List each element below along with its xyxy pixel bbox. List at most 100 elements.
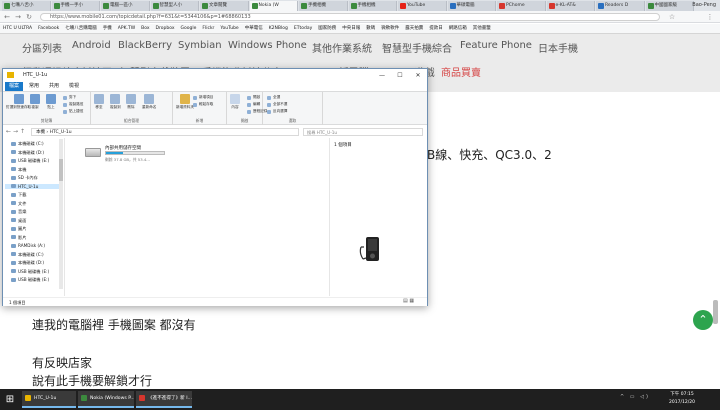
- browser-tab[interactable]: PChome: [497, 1, 546, 11]
- bookmark-item[interactable]: 中華電信: [245, 26, 263, 31]
- nav-pane-item[interactable]: 本機磁碟 (D:): [11, 260, 44, 266]
- bookmark-item[interactable]: Dropbox: [156, 26, 175, 31]
- nav-pane-item[interactable]: HTC_U-1u: [5, 183, 61, 189]
- ribbon-small-button[interactable]: 全部不選: [267, 102, 287, 107]
- nav-pane-item[interactable]: RAMDisk (A:): [11, 243, 45, 248]
- explorer-path[interactable]: 本機 › HTC_U-1u: [31, 128, 299, 136]
- bookmark-item[interactable]: APK.TW: [118, 26, 135, 31]
- nav-pane-item[interactable]: 本機磁碟 (D:): [11, 150, 44, 156]
- nav-category[interactable]: Feature Phone: [460, 40, 532, 51]
- bookmark-item[interactable]: YouTube: [220, 26, 238, 31]
- browser-tab[interactable]: 文章閱覽: [200, 1, 249, 11]
- nav-category[interactable]: Android: [72, 40, 111, 51]
- ribbon-small-button[interactable]: 新增項目: [193, 95, 213, 100]
- bookmark-item[interactable]: ETtoday: [294, 26, 312, 31]
- scroll-top-button[interactable]: ⌃: [693, 310, 713, 330]
- maximize-icon[interactable]: ☐: [391, 69, 409, 82]
- nav-category[interactable]: 分區列表: [22, 40, 62, 55]
- nav-scroll-thumb[interactable]: [59, 159, 63, 181]
- nav-pane-item[interactable]: USB 磁碟機 (E:): [11, 277, 49, 283]
- ribbon-small-button[interactable]: 編輯: [247, 102, 260, 107]
- bookmark-item[interactable]: 微軟軟件: [381, 26, 399, 31]
- explorer-search-input[interactable]: 搜尋 HTC_U-1u: [303, 128, 423, 136]
- bookmark-item[interactable]: 七嘴八舌購電腦: [65, 26, 97, 31]
- system-tray-icons[interactable]: ^ ▭ ◁): [620, 394, 650, 400]
- nav-pane-item[interactable]: 本機磁碟 (C:): [11, 252, 44, 258]
- ribbon-button[interactable]: 移至: [94, 94, 104, 110]
- ribbon-button[interactable]: 複製: [30, 94, 40, 110]
- browser-tab[interactable]: 電腦一區小: [101, 1, 150, 11]
- browser-tab[interactable]: Readers D: [596, 1, 645, 11]
- minimize-icon[interactable]: —: [373, 69, 391, 82]
- bookmark-item[interactable]: Google: [181, 26, 197, 31]
- browser-tab[interactable]: Nokia (W: [249, 1, 298, 11]
- explorer-nav-arrows[interactable]: ←→↑: [6, 128, 27, 136]
- ribbon-small-button[interactable]: 複製路徑: [63, 102, 83, 107]
- ribbon-small-button[interactable]: 開啟: [247, 95, 260, 100]
- browser-tab[interactable]: 七嘴八舌小: [2, 1, 51, 11]
- ribbon-tab[interactable]: 常用: [25, 82, 43, 91]
- nav-pane-item[interactable]: 圖片: [11, 226, 26, 232]
- bookmark-item[interactable]: 數碼: [366, 26, 375, 31]
- ribbon-tab[interactable]: 共用: [45, 82, 63, 91]
- browser-tab[interactable]: 智慧型人小: [150, 1, 199, 11]
- ribbon-tab[interactable]: 檢視: [65, 82, 83, 91]
- browser-tab[interactable]: 華碩電腦: [447, 1, 496, 11]
- star-icon[interactable]: ☆: [668, 13, 676, 21]
- menu-icon[interactable]: ⋮: [706, 13, 714, 21]
- taskbar-app-button[interactable]: HTC_U-1u: [22, 391, 76, 408]
- browser-tab[interactable]: e-KL-AT&: [546, 1, 595, 11]
- bookmark-item[interactable]: 手機: [103, 26, 112, 31]
- nav-category[interactable]: Symbian: [178, 40, 222, 51]
- profile-name[interactable]: Bao-Peng: [692, 0, 716, 10]
- bookmark-item[interactable]: K2NBlog: [269, 26, 288, 31]
- close-icon[interactable]: ✕: [409, 69, 427, 82]
- browser-tab[interactable]: 手機一手小: [51, 1, 100, 11]
- ribbon-tab[interactable]: 檔案: [5, 82, 24, 91]
- nav-pane-item[interactable]: USB 磁碟機 (E:): [11, 269, 49, 275]
- nav-pane-item[interactable]: SD 卡內存: [11, 175, 38, 181]
- nav-category[interactable]: 其他作業系統: [312, 40, 372, 55]
- nav-pane-item[interactable]: 音樂: [11, 209, 26, 215]
- forward-icon[interactable]: →: [14, 13, 22, 21]
- ribbon-small-button[interactable]: 貼上捷徑: [63, 109, 83, 114]
- ribbon-small-button[interactable]: 剪下: [63, 95, 76, 100]
- ribbon-small-button[interactable]: 反向選擇: [267, 109, 287, 114]
- browser-tab[interactable]: 手機相機: [348, 1, 397, 11]
- ribbon-button[interactable]: 複製到: [110, 94, 121, 110]
- ribbon-button[interactable]: 重新命名: [142, 94, 156, 110]
- nav-pane-item[interactable]: 本機: [11, 167, 26, 173]
- nav-category[interactable]: BlackBerry: [118, 40, 172, 51]
- bookmark-item[interactable]: Flickr: [202, 26, 214, 31]
- bookmark-item[interactable]: 網路信箱: [449, 26, 467, 31]
- back-icon[interactable]: ←: [3, 13, 11, 21]
- ribbon-button[interactable]: 新增資料夾: [176, 94, 194, 110]
- browser-tab[interactable]: 手機相機: [299, 1, 348, 11]
- bookmark-item[interactable]: 中央日報: [342, 26, 360, 31]
- bookmark-item[interactable]: 提款日: [429, 26, 443, 31]
- nav-pane-item[interactable]: 桌面: [11, 218, 26, 224]
- url-field[interactable]: https://www.mobile01.com/topicdetail.php…: [40, 13, 660, 21]
- nav-pane-item[interactable]: 影片: [11, 235, 26, 241]
- nav-category[interactable]: Windows Phone: [228, 40, 307, 51]
- browser-tab[interactable]: 中國國家級: [645, 1, 694, 11]
- bookmark-item[interactable]: Box: [141, 26, 149, 31]
- bookmark-item[interactable]: Facebook: [38, 26, 59, 31]
- ribbon-button[interactable]: 釘選到快速存取: [6, 94, 31, 110]
- browser-tab[interactable]: YouTube: [398, 1, 447, 11]
- clock[interactable]: 下午 07:15 2017/12/20: [662, 391, 702, 407]
- bookmark-item[interactable]: 國家防務: [318, 26, 336, 31]
- start-icon[interactable]: ⊞: [0, 389, 20, 410]
- drive-icon[interactable]: [85, 148, 101, 157]
- nav-pane-item[interactable]: 文件: [11, 201, 26, 207]
- nav-pane-item[interactable]: USB 磁碟機 (E:): [11, 158, 49, 164]
- ribbon-small-button[interactable]: 全選: [267, 95, 280, 100]
- nav-category[interactable]: 日本手機: [538, 40, 578, 55]
- ribbon-button[interactable]: 刪除: [126, 94, 136, 110]
- nav-category[interactable]: 商品買賣: [441, 64, 481, 79]
- page-scrollbar[interactable]: [713, 300, 718, 324]
- ribbon-small-button[interactable]: 輕鬆存取: [193, 102, 213, 107]
- view-mode-icons[interactable]: ▤ ▦: [403, 298, 414, 304]
- bookmark-item[interactable]: 其他書籤: [473, 26, 491, 31]
- ribbon-button[interactable]: 內容: [230, 94, 240, 110]
